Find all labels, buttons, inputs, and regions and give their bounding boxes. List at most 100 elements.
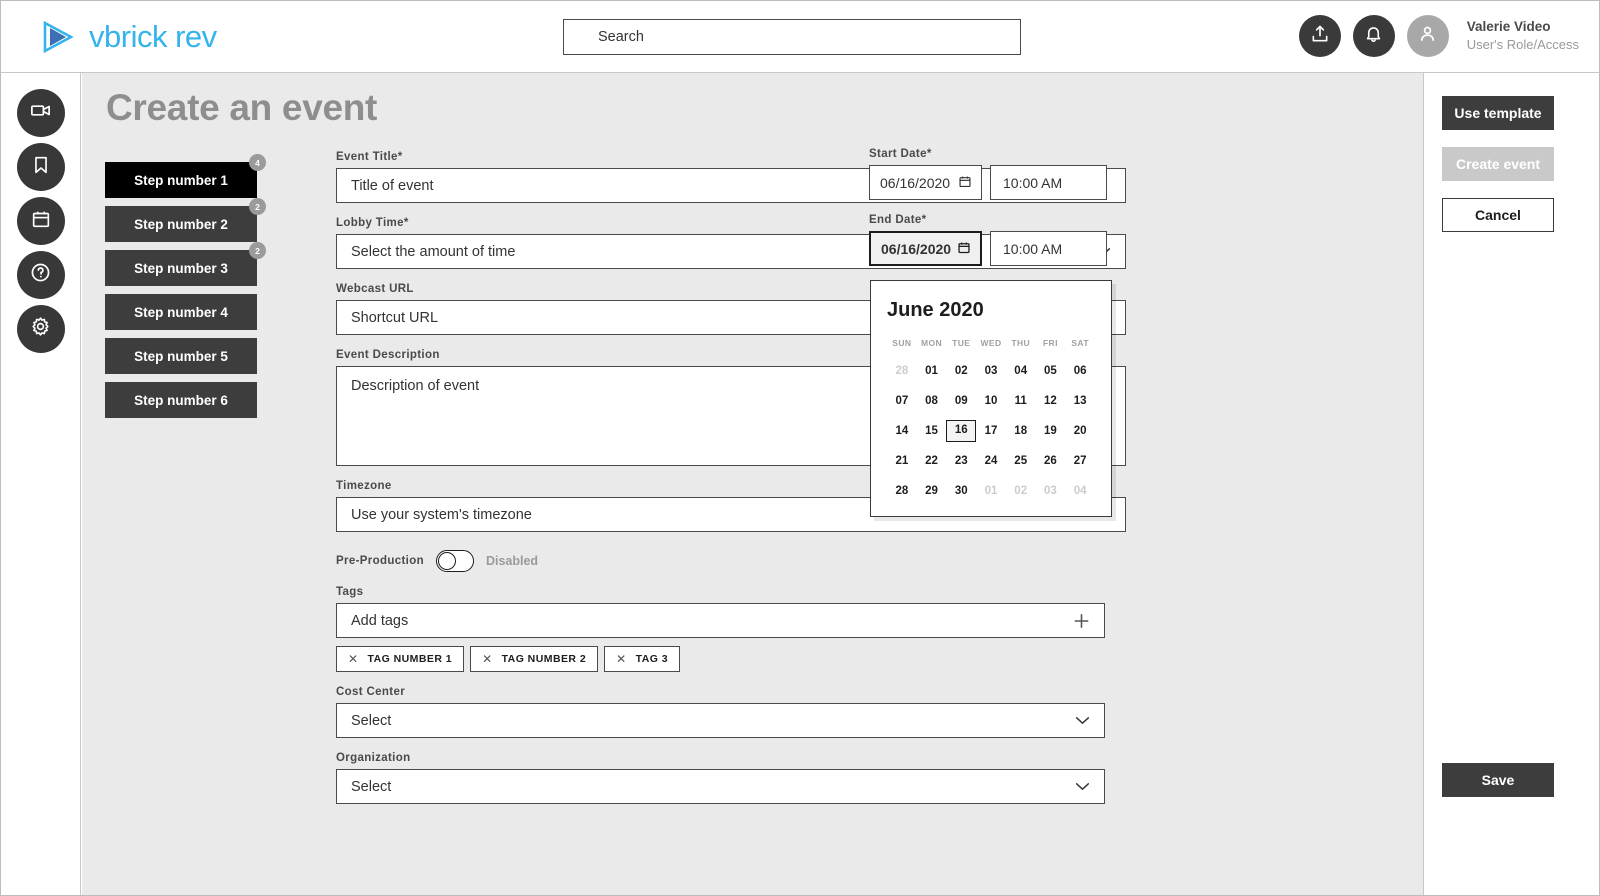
sidebar-item-bookmarks[interactable] [16, 143, 65, 191]
brand-name: vbrick rev [89, 18, 217, 54]
end-date-value: 06/16/2020 [881, 240, 952, 257]
start-time-value: 10:00 AM [1003, 174, 1063, 191]
calendar-dow: TUE [952, 338, 971, 348]
step-button-3[interactable]: Step number 3 2 [105, 242, 266, 286]
calendar-day[interactable]: 03 [976, 360, 1006, 382]
calendar-grid: SUN MON TUE WED THU FRI SAT 28 01 02 03 … [887, 338, 1095, 502]
tags-label: Tags [336, 586, 364, 598]
calendar-day[interactable]: 06 [1065, 360, 1095, 382]
start-date-value: 06/16/2020 [880, 174, 951, 191]
calendar-day[interactable]: 15 [917, 420, 947, 442]
calendar-day[interactable]: 23 [946, 450, 976, 472]
cost-center-select[interactable]: Select [336, 703, 1105, 738]
calendar-day[interactable]: 13 [1065, 390, 1095, 412]
calendar-day[interactable]: 10 [976, 390, 1006, 412]
search-input[interactable] [563, 19, 1021, 55]
calendar-day[interactable]: 14 [887, 420, 917, 442]
sidebar-item-help[interactable] [16, 251, 65, 299]
sidebar-item-videos[interactable] [16, 89, 65, 137]
toggle-knob [437, 552, 456, 570]
calendar-day[interactable]: 01 [976, 480, 1006, 502]
calendar-day[interactable]: 29 [917, 480, 947, 502]
tag-chip[interactable]: ✕ TAG NUMBER 2 [470, 646, 599, 672]
calendar-icon[interactable] [957, 240, 971, 257]
calendar-day[interactable]: 26 [1036, 450, 1066, 472]
page-title: Create an event [106, 87, 378, 128]
pre-production-row: Pre-Production Disabled [336, 550, 1126, 572]
calendar-day[interactable]: 27 [1065, 450, 1095, 472]
calendar-day[interactable]: 21 [887, 450, 917, 472]
tags-input[interactable]: Add tags [336, 603, 1105, 638]
step-button-1[interactable]: Step number 1 4 [105, 154, 266, 198]
calendar-day[interactable]: 02 [946, 360, 976, 382]
gear-icon [29, 315, 52, 343]
close-x-icon[interactable]: ✕ [616, 652, 627, 666]
calendar-day[interactable]: 22 [917, 450, 947, 472]
step-button-2[interactable]: Step number 2 2 [105, 198, 266, 242]
calendar-day[interactable]: 18 [1006, 420, 1036, 442]
search-container [563, 19, 1021, 55]
organization-select[interactable]: Select [336, 769, 1105, 804]
plus-icon[interactable] [1073, 612, 1090, 629]
use-template-button[interactable]: Use template [1442, 96, 1554, 130]
sidebar-item-events[interactable] [16, 197, 65, 245]
calendar-day[interactable]: 17 [976, 420, 1006, 442]
tag-chip[interactable]: ✕ TAG 3 [604, 646, 681, 672]
calendar-day[interactable]: 19 [1036, 420, 1066, 442]
calendar-day[interactable]: 25 [1006, 450, 1036, 472]
event-title-value: Title of event [351, 177, 434, 194]
main-canvas: Create an event Step number 1 4 Step num… [82, 73, 1423, 895]
step-button-6[interactable]: Step number 6 [105, 382, 257, 418]
brand-logo[interactable]: vbrick rev [37, 17, 217, 57]
calendar-day[interactable]: 04 [1006, 360, 1036, 382]
calendar-day[interactable]: 01 [917, 360, 947, 382]
webcast-url-value: Shortcut URL [351, 309, 439, 326]
start-date-input[interactable]: 06/16/2020 [869, 165, 982, 200]
end-date-input[interactable]: 06/16/2020 [869, 231, 982, 266]
start-time-input[interactable]: 10:00 AM [990, 165, 1107, 200]
close-x-icon[interactable]: ✕ [482, 652, 493, 666]
end-time-input[interactable]: 10:00 AM [990, 231, 1107, 266]
avatar[interactable] [1406, 15, 1449, 57]
bell-icon [1364, 24, 1383, 48]
step-button-5[interactable]: Step number 5 [105, 338, 257, 374]
user-info[interactable]: Valerie Video User's Role/Access [1467, 18, 1579, 54]
tag-chip-label: TAG 3 [635, 653, 669, 665]
calendar-dow: FRI [1042, 338, 1058, 348]
step-list: Step number 1 4 Step number 2 2 Step num… [105, 154, 266, 426]
step-button-4[interactable]: Step number 4 [105, 294, 257, 330]
tag-chip-label: TAG NUMBER 2 [501, 653, 587, 665]
calendar-dow: THU [1011, 338, 1031, 348]
sidebar-item-settings[interactable] [16, 305, 65, 353]
pre-production-label: Pre-Production [336, 555, 424, 567]
calendar-day[interactable]: 04 [1065, 480, 1095, 502]
calendar-day[interactable]: 12 [1036, 390, 1066, 412]
calendar-day[interactable]: 24 [976, 450, 1006, 472]
calendar-day[interactable]: 05 [1036, 360, 1066, 382]
calendar-day[interactable]: 07 [887, 390, 917, 412]
calendar-day[interactable]: 20 [1065, 420, 1095, 442]
sidebar-rail [1, 73, 81, 895]
pre-production-toggle[interactable] [435, 550, 474, 572]
organization-value: Select [351, 778, 392, 795]
calendar-day[interactable]: 11 [1006, 390, 1036, 412]
cancel-button[interactable]: Cancel [1442, 198, 1554, 232]
upload-button[interactable] [1298, 15, 1341, 57]
step-label: Step number 6 [134, 392, 228, 408]
tags-placeholder: Add tags [351, 612, 409, 629]
calendar-icon[interactable] [958, 174, 972, 191]
calendar-day[interactable]: 09 [946, 390, 976, 412]
calendar-day[interactable]: 02 [1006, 480, 1036, 502]
save-button[interactable]: Save [1442, 763, 1554, 797]
calendar-day[interactable]: 03 [1036, 480, 1066, 502]
calendar-day-selected[interactable]: 16 [946, 420, 977, 442]
calendar-day[interactable]: 28 [887, 360, 917, 382]
calendar-day[interactable]: 28 [887, 480, 917, 502]
notifications-button[interactable] [1352, 15, 1395, 57]
step-label: Step number 5 [134, 348, 228, 364]
calendar-dow: SAT [1071, 338, 1089, 348]
tag-chip[interactable]: ✕ TAG NUMBER 1 [336, 646, 465, 672]
close-x-icon[interactable]: ✕ [348, 652, 359, 666]
calendar-day[interactable]: 30 [946, 480, 976, 502]
calendar-day[interactable]: 08 [917, 390, 947, 412]
